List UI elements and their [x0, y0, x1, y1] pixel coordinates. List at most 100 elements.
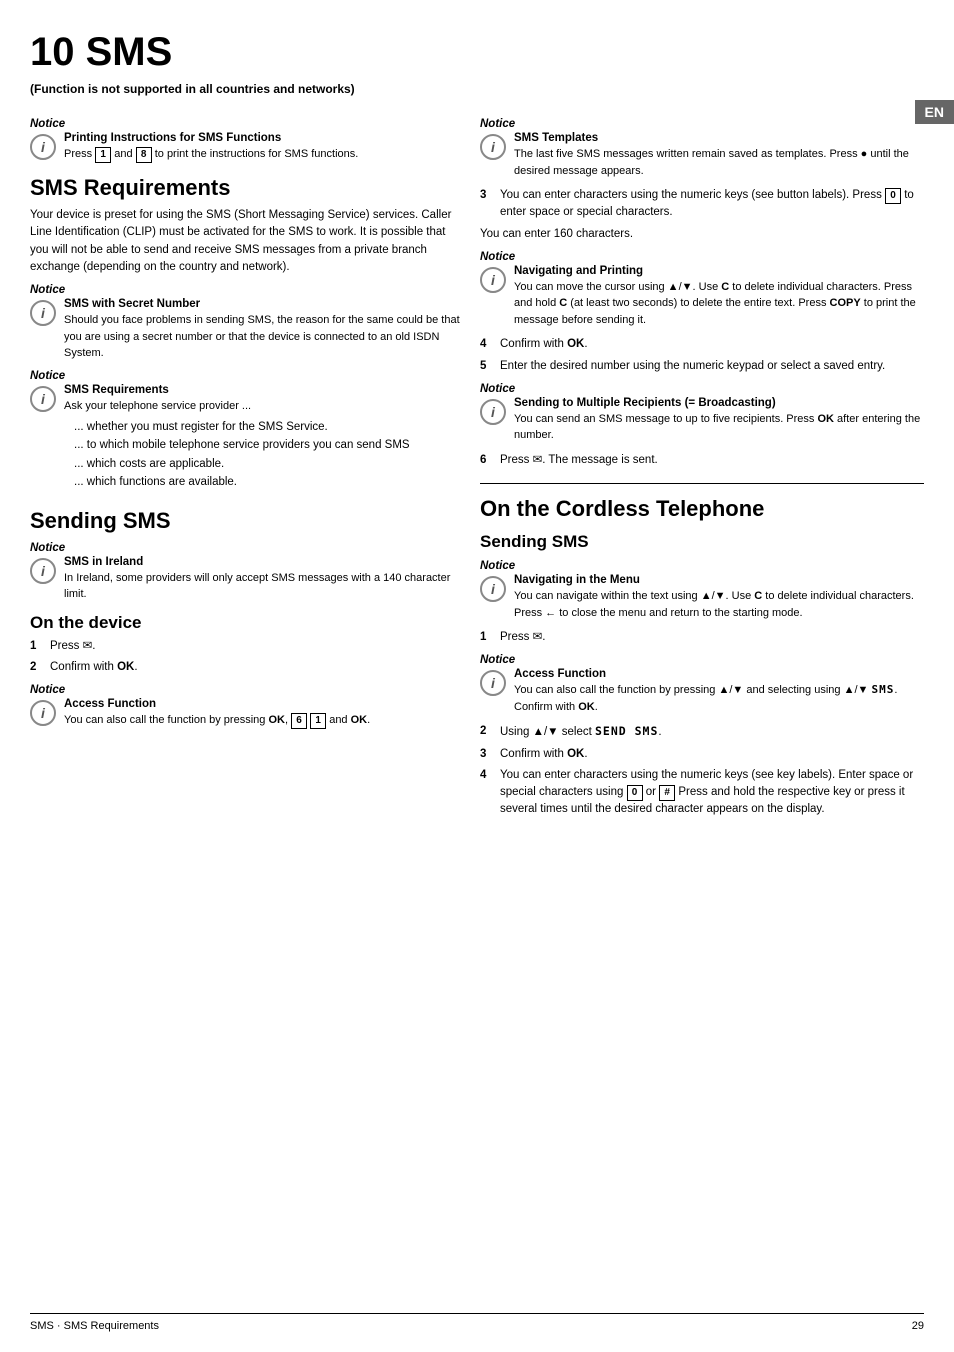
notice-label-2: Notice [30, 284, 460, 296]
notice-title-r4: Navigating in the Menu [514, 574, 924, 586]
key-1: 1 [95, 147, 111, 163]
notice-title-1: Printing Instructions for SMS Functions [64, 132, 460, 144]
notice-text-r4: You can navigate within the text using ▲… [514, 588, 924, 621]
notice-label-3: Notice [30, 370, 460, 382]
step-6-main: 6 Press ✉. The message is sent. [480, 452, 924, 469]
step-num-3c: 3 [480, 746, 494, 763]
notice-content-r1: SMS Templates The last five SMS messages… [514, 132, 924, 179]
sms-requirements-heading: SMS Requirements [30, 175, 460, 201]
notice-printing: Notice i Printing Instructions for SMS F… [30, 118, 460, 163]
step-3-main: 3 You can enter characters using the num… [480, 187, 924, 222]
notice-text-1: Press 1 and 8 to print the instructions … [64, 146, 460, 163]
notice-text-r3: You can send an SMS message to up to fiv… [514, 411, 924, 444]
step-text-3m: You can enter characters using the numer… [500, 187, 924, 222]
info-icon-3: i [30, 386, 56, 412]
page: EN 10 SMS (Function is not supported in … [0, 0, 954, 1352]
notice-title-r1: SMS Templates [514, 132, 924, 144]
notice-content-2: SMS with Secret Number Should you face p… [64, 298, 460, 362]
bullet-item: ... to which mobile telephone service pr… [74, 436, 460, 454]
step-text-2c: Using ▲/▼ select SEND SMS. [500, 723, 662, 741]
notice-label-r4: Notice [480, 560, 924, 572]
notice-content-r2: Navigating and Printing You can move the… [514, 265, 924, 329]
on-cordless-heading: On the Cordless Telephone [480, 496, 924, 522]
footer-left: SMS · SMS Requirements [30, 1320, 159, 1332]
notice-nav-print: Notice i Navigating and Printing You can… [480, 251, 924, 329]
info-icon-2: i [30, 300, 56, 326]
key-hash: # [659, 785, 675, 801]
step-2-device: 2 Confirm with OK. [30, 659, 460, 676]
step-num-1: 1 [30, 638, 44, 655]
chapter-subtitle: (Function is not supported in all countr… [30, 82, 924, 96]
footer-right: 29 [912, 1320, 924, 1332]
step-text-4c: You can enter characters using the numer… [500, 767, 924, 819]
step-text-1c: Press ✉. [500, 629, 545, 646]
info-icon-r3: i [480, 399, 506, 425]
chars-info: You can enter 160 characters. [480, 226, 924, 243]
notice-content-r4: Navigating in the Menu You can navigate … [514, 574, 924, 621]
on-device-heading: On the device [30, 613, 460, 633]
step-1-device: 1 Press ✉. [30, 638, 460, 655]
sending-sms-cordless-heading: Sending SMS [480, 532, 924, 552]
step-text-4m: Confirm with OK. [500, 336, 588, 353]
notice-content-r3: Sending to Multiple Recipients (= Broadc… [514, 397, 924, 444]
notice-label-1: Notice [30, 118, 460, 130]
notice-text-4: In Ireland, some providers will only acc… [64, 570, 460, 603]
bullet-item: ... which functions are available. [74, 473, 460, 491]
bullet-item: ... whether you must register for the SM… [74, 418, 460, 436]
chapter-heading: 10 SMS [30, 30, 924, 74]
step-4-cordless: 4 You can enter characters using the num… [480, 767, 924, 819]
notice-text-5: You can also call the function by pressi… [64, 712, 460, 729]
step-text-6m: Press ✉. The message is sent. [500, 452, 658, 469]
sms-code: SMS [871, 683, 894, 696]
notice-text-r1: The last five SMS messages written remai… [514, 146, 924, 179]
notice-content-1: Printing Instructions for SMS Functions … [64, 132, 460, 163]
step-num-2c: 2 [480, 723, 494, 741]
sending-sms-heading: Sending SMS [30, 508, 460, 534]
step-text-2: Confirm with OK. [50, 659, 138, 676]
step-1-cordless: 1 Press ✉. [480, 629, 924, 646]
sms-requirements-bullets: ... whether you must register for the SM… [64, 418, 460, 492]
notice-title-3: SMS Requirements [64, 384, 460, 396]
key-8: 8 [136, 147, 152, 163]
step-2-cordless: 2 Using ▲/▼ select SEND SMS. [480, 723, 924, 741]
notice-title-5: Access Function [64, 698, 460, 710]
notice-text-r5: You can also call the function by pressi… [514, 682, 924, 715]
en-badge: EN [915, 100, 954, 124]
page-footer: SMS · SMS Requirements 29 [30, 1313, 924, 1332]
notice-text-3: Ask your telephone service provider ... [64, 398, 460, 415]
notice-nav-menu: Notice i Navigating in the Menu You can … [480, 560, 924, 621]
step-5-main: 5 Enter the desired number using the num… [480, 358, 924, 375]
step-text-5m: Enter the desired number using the numer… [500, 358, 885, 375]
notice-ireland: Notice i SMS in Ireland In Ireland, some… [30, 542, 460, 603]
notice-title-4: SMS in Ireland [64, 556, 460, 568]
key-0: 0 [885, 188, 901, 204]
left-column: Notice i Printing Instructions for SMS F… [30, 110, 460, 1302]
section-divider [480, 483, 924, 484]
right-column: Notice i SMS Templates The last five SMS… [480, 110, 924, 1302]
bullet-item: ... which costs are applicable. [74, 455, 460, 473]
notice-content-r5: Access Function You can also call the fu… [514, 668, 924, 715]
two-col-layout: Notice i Printing Instructions for SMS F… [30, 110, 924, 1302]
notice-label-r2: Notice [480, 251, 924, 263]
info-icon-r4: i [480, 576, 506, 602]
notice-access-cordless: Notice i Access Function You can also ca… [480, 654, 924, 715]
notice-title-r5: Access Function [514, 668, 924, 680]
info-icon-r2: i [480, 267, 506, 293]
notice-title-r3: Sending to Multiple Recipients (= Broadc… [514, 397, 924, 409]
notice-text-r2: You can move the cursor using ▲/▼. Use C… [514, 279, 924, 329]
notice-title-2: SMS with Secret Number [64, 298, 460, 310]
sms-requirements-body: Your device is preset for using the SMS … [30, 207, 460, 276]
notice-requirements: Notice i SMS Requirements Ask your telep… [30, 370, 460, 496]
step-4-main: 4 Confirm with OK. [480, 336, 924, 353]
notice-multi-recipients: Notice i Sending to Multiple Recipients … [480, 383, 924, 444]
info-icon-5: i [30, 700, 56, 726]
key-0c: 0 [627, 785, 643, 801]
step-num-4m: 4 [480, 336, 494, 353]
step-num-4c: 4 [480, 767, 494, 819]
notice-label-r1: Notice [480, 118, 924, 130]
key-6: 6 [291, 713, 307, 729]
notice-label-5: Notice [30, 684, 460, 696]
step-text-3c: Confirm with OK. [500, 746, 588, 763]
step-num-6m: 6 [480, 452, 494, 469]
notice-content-4: SMS in Ireland In Ireland, some provider… [64, 556, 460, 603]
